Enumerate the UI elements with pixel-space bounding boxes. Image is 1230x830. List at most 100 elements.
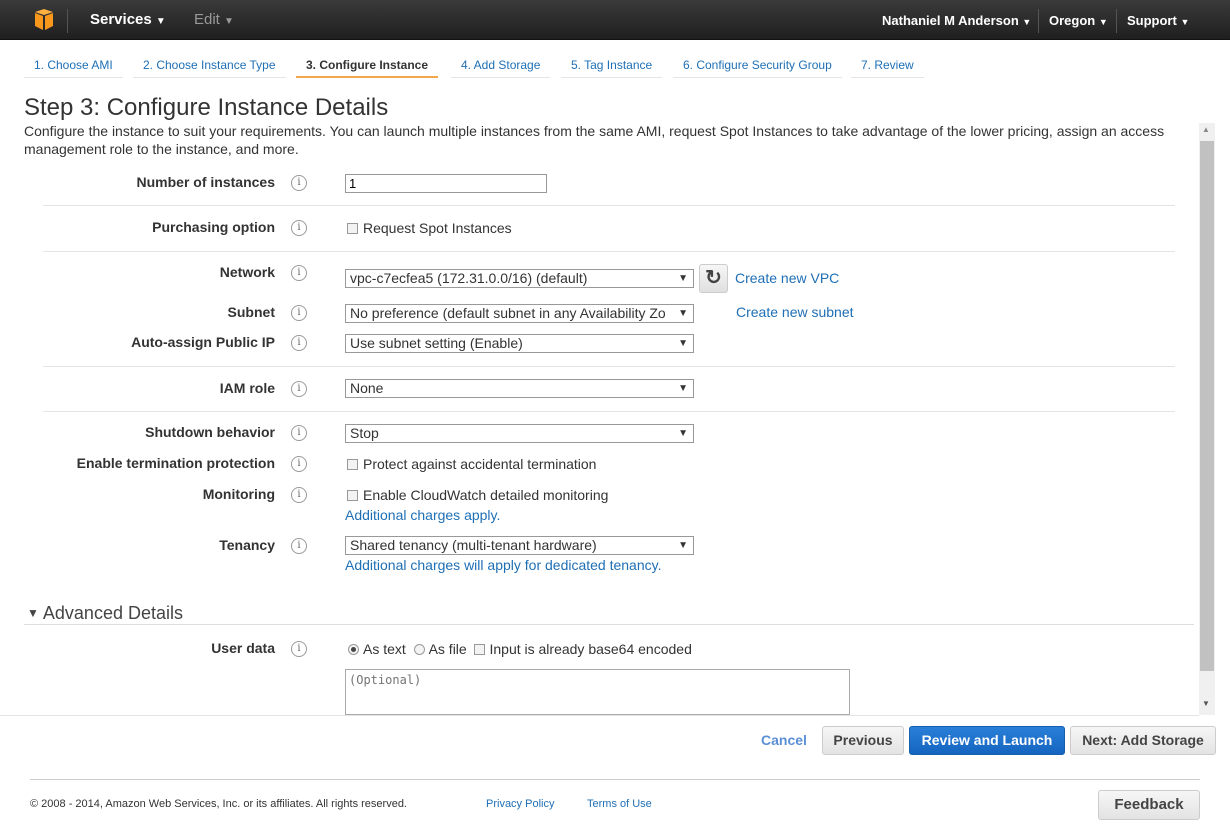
aws-logo-icon[interactable] — [33, 9, 55, 31]
base64-checkbox[interactable]: Input is already base64 encoded — [474, 641, 692, 657]
dropdown-arrow-icon: ▼ — [675, 305, 688, 322]
tab-choose-ami[interactable]: 1. Choose AMI — [24, 58, 123, 78]
edit-menu[interactable]: Edit ▼ — [194, 11, 234, 28]
monitoring-charges-link[interactable]: Additional charges apply. — [345, 507, 500, 523]
auto-assign-public-ip-label: Auto-assign Public IP — [131, 334, 275, 350]
info-icon[interactable]: i — [291, 220, 307, 236]
feedback-button[interactable]: Feedback — [1098, 790, 1200, 820]
checkbox-icon[interactable] — [474, 644, 486, 655]
checkbox-icon[interactable] — [347, 459, 358, 470]
network-label: Network — [219, 264, 275, 280]
tab-configure-instance[interactable]: 3. Configure Instance — [296, 58, 439, 78]
refresh-icon[interactable]: ↻ — [699, 264, 728, 293]
checkbox-icon[interactable] — [347, 490, 358, 501]
monitoring-label: Monitoring — [202, 486, 275, 502]
tab-choose-instance-type[interactable]: 2. Choose Instance Type — [133, 58, 286, 78]
next-add-storage-button[interactable]: Next: Add Storage — [1070, 726, 1216, 755]
iam-role-select[interactable]: None ▼ — [345, 379, 694, 398]
divider — [1116, 9, 1117, 33]
as-file-label: As file — [428, 641, 467, 657]
divider — [43, 251, 1175, 252]
info-icon[interactable]: i — [291, 381, 307, 397]
terms-of-use-link[interactable]: Terms of Use — [587, 798, 652, 810]
review-and-launch-button[interactable]: Review and Launch — [909, 726, 1065, 755]
spot-instances-checkbox[interactable]: Request Spot Instances — [347, 220, 512, 236]
services-menu[interactable]: Services ▼ — [90, 11, 166, 28]
footer-divider — [30, 779, 1200, 780]
divider — [43, 411, 1175, 412]
dropdown-arrow-icon: ▼ — [678, 338, 688, 349]
number-of-instances-input[interactable] — [345, 174, 547, 193]
network-value: vpc-c7ecfea5 (172.31.0.0/16) (default) — [350, 270, 588, 286]
termination-protection-label: Enable termination protection — [76, 455, 275, 471]
info-icon[interactable]: i — [291, 641, 307, 657]
caret-down-icon: ▼ — [27, 606, 39, 620]
support-label: Support — [1127, 13, 1177, 28]
user-label: Nathaniel M Anderson — [882, 13, 1019, 28]
info-icon[interactable]: i — [291, 335, 307, 351]
user-menu[interactable]: Nathaniel M Anderson ▼ — [882, 13, 1031, 28]
as-text-label: As text — [363, 641, 406, 657]
tenancy-select[interactable]: Shared tenancy (multi-tenant hardware) ▼ — [345, 536, 694, 555]
as-file-radio[interactable]: As file — [413, 641, 467, 657]
tenancy-charges-link[interactable]: Additional charges will apply for dedica… — [345, 557, 661, 573]
tab-review[interactable]: 7. Review — [851, 58, 924, 78]
info-icon[interactable]: i — [291, 487, 307, 503]
scrollbar[interactable]: ▲ ▼ — [1199, 123, 1215, 715]
radio-icon[interactable] — [413, 644, 425, 655]
tenancy-label: Tenancy — [219, 537, 275, 553]
previous-button[interactable]: Previous — [822, 726, 904, 755]
copyright-text: © 2008 - 2014, Amazon Web Services, Inc.… — [30, 798, 407, 810]
chevron-down-icon: ▼ — [1180, 17, 1190, 27]
region-label: Oregon — [1049, 13, 1096, 28]
cancel-link[interactable]: Cancel — [761, 732, 807, 748]
info-icon[interactable]: i — [291, 456, 307, 472]
termination-protection-checkbox[interactable]: Protect against accidental termination — [347, 456, 596, 472]
page-description: Configure the instance to suit your requ… — [24, 123, 1165, 157]
divider — [1038, 9, 1039, 33]
shutdown-behavior-select[interactable]: Stop ▼ — [345, 424, 694, 443]
advanced-details-toggle[interactable]: ▼ Advanced Details — [27, 603, 183, 624]
tab-tag-instance[interactable]: 5. Tag Instance — [561, 58, 663, 78]
privacy-policy-link[interactable]: Privacy Policy — [486, 798, 554, 810]
auto-assign-public-ip-select[interactable]: Use subnet setting (Enable) ▼ — [345, 334, 694, 353]
chevron-down-icon: ▼ — [155, 16, 166, 27]
divider — [24, 624, 1194, 625]
chevron-down-icon: ▼ — [1098, 17, 1108, 27]
page-title: Step 3: Configure Instance Details — [24, 94, 389, 121]
network-select[interactable]: vpc-c7ecfea5 (172.31.0.0/16) (default) ▼ — [345, 269, 694, 288]
scroll-down-icon[interactable]: ▼ — [1202, 699, 1210, 708]
tab-add-storage[interactable]: 4. Add Storage — [451, 58, 551, 78]
user-data-textarea[interactable] — [345, 669, 850, 715]
iam-role-value: None — [350, 380, 384, 396]
create-new-subnet-link[interactable]: Create new subnet — [736, 304, 854, 320]
edit-label: Edit — [194, 11, 220, 28]
info-icon[interactable]: i — [291, 425, 307, 441]
dropdown-arrow-icon: ▼ — [678, 383, 688, 394]
tab-configure-security-group[interactable]: 6. Configure Security Group — [673, 58, 842, 78]
checkbox-icon[interactable] — [347, 223, 358, 234]
top-nav-bar: Services ▼ Edit ▼ Nathaniel M Anderson ▼… — [0, 0, 1230, 40]
shutdown-value: Stop — [350, 425, 379, 441]
services-label: Services — [90, 11, 152, 28]
radio-selected-icon[interactable] — [348, 644, 359, 655]
info-icon[interactable]: i — [291, 538, 307, 554]
scrollbar-thumb[interactable] — [1200, 141, 1214, 671]
termination-checkbox-label: Protect against accidental termination — [363, 456, 597, 472]
public-ip-value: Use subnet setting (Enable) — [350, 335, 523, 351]
user-data-options: As text As file Input is already base64 … — [348, 641, 692, 657]
shutdown-behavior-label: Shutdown behavior — [145, 424, 275, 440]
base64-label: Input is already base64 encoded — [489, 641, 692, 657]
tenancy-value: Shared tenancy (multi-tenant hardware) — [350, 537, 597, 553]
subnet-label: Subnet — [227, 304, 275, 320]
info-icon[interactable]: i — [291, 305, 307, 321]
scroll-up-icon[interactable]: ▲ — [1202, 125, 1210, 134]
info-icon[interactable]: i — [291, 175, 307, 191]
as-text-radio[interactable]: As text — [348, 641, 406, 657]
create-new-vpc-link[interactable]: Create new VPC — [735, 270, 839, 286]
subnet-select[interactable]: No preference (default subnet in any Ava… — [345, 304, 694, 323]
support-menu[interactable]: Support ▼ — [1127, 13, 1189, 28]
region-menu[interactable]: Oregon ▼ — [1049, 13, 1108, 28]
monitoring-checkbox[interactable]: Enable CloudWatch detailed monitoring — [347, 487, 608, 503]
info-icon[interactable]: i — [291, 265, 307, 281]
